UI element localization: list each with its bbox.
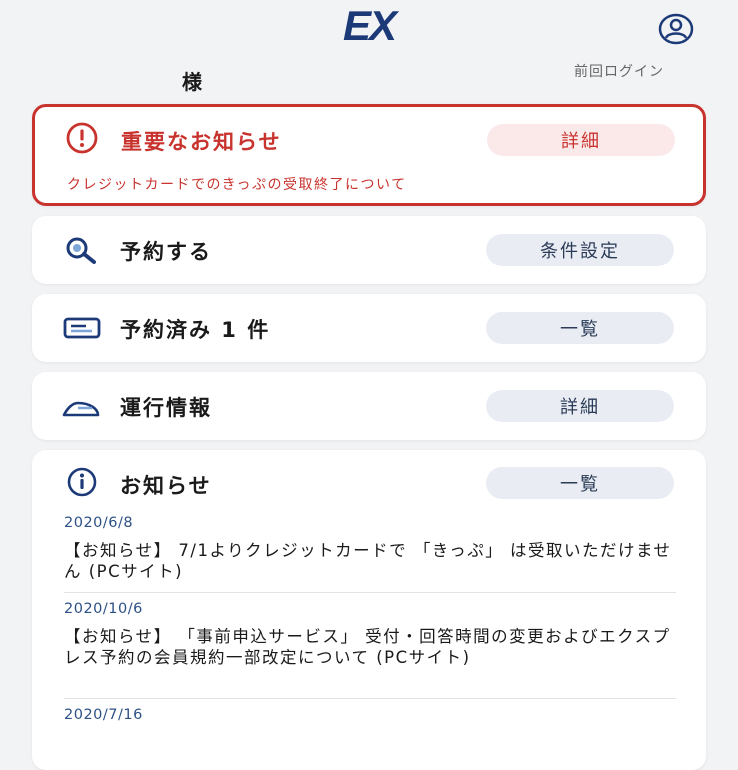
reserved-list-button[interactable]: 一覧: [486, 312, 674, 344]
profile-button[interactable]: [652, 12, 700, 46]
news-card: お知らせ 一覧 2020/6/8 【お知らせ】 7/1よりクレジットカードで 「…: [32, 450, 706, 770]
divider: [64, 592, 676, 593]
important-notice-detail-button[interactable]: 詳細: [487, 124, 675, 156]
exclamation-circle-icon: [62, 122, 102, 154]
news-date: 2020/10/6: [64, 601, 143, 617]
info-circle-icon: [62, 467, 102, 497]
reserved-card[interactable]: 予約済み 1 件 一覧: [32, 294, 706, 362]
ticket-card-icon: [62, 313, 102, 343]
news-date: 2020/7/16: [64, 707, 143, 723]
reserve-title: 予約する: [120, 240, 212, 264]
operation-detail-button[interactable]: 詳細: [486, 390, 674, 422]
news-item[interactable]: 2020/6/8 【お知らせ】 7/1よりクレジットカードで 「きっぷ」 は受取…: [64, 515, 676, 582]
operation-title: 運行情報: [120, 396, 212, 420]
news-item[interactable]: 2020/10/6 【お知らせ】 「事前申込サービス」 受付・回答時間の変更およ…: [64, 601, 676, 668]
search-icon: [62, 235, 102, 265]
news-date: 2020/6/8: [64, 515, 134, 531]
user-circle-icon: [658, 13, 694, 45]
important-notice-title: 重要なお知らせ: [121, 130, 282, 154]
news-text[interactable]: 【お知らせ】 7/1よりクレジットカードで 「きっぷ」 は受取いただけません (…: [64, 540, 676, 582]
reserve-conditions-button[interactable]: 条件設定: [486, 234, 674, 266]
news-text[interactable]: 【お知らせ】 「事前申込サービス」 受付・回答時間の変更およびエクスプレス予約の…: [64, 626, 676, 668]
train-icon: [62, 391, 102, 421]
ex-logo: EX: [0, 6, 738, 46]
news-item[interactable]: 2020/7/16: [64, 707, 676, 723]
reserved-title: 予約済み 1 件: [120, 318, 271, 342]
important-notice-card: 重要なお知らせ 詳細 クレジットカードでのきっぷの受取終了について: [32, 104, 706, 206]
ex-logo-mark: EX: [343, 6, 402, 44]
important-notice-link[interactable]: クレジットカードでのきっぷの受取終了について: [67, 174, 407, 194]
divider: [64, 698, 676, 699]
operation-card[interactable]: 運行情報 詳細: [32, 372, 706, 440]
last-login-label: 前回ログイン: [574, 64, 664, 80]
news-list-button[interactable]: 一覧: [486, 467, 674, 499]
svg-text:EX: EX: [343, 6, 400, 44]
news-title: お知らせ: [120, 474, 212, 498]
reserve-card[interactable]: 予約する 条件設定: [32, 216, 706, 284]
user-name: 様: [182, 70, 202, 94]
